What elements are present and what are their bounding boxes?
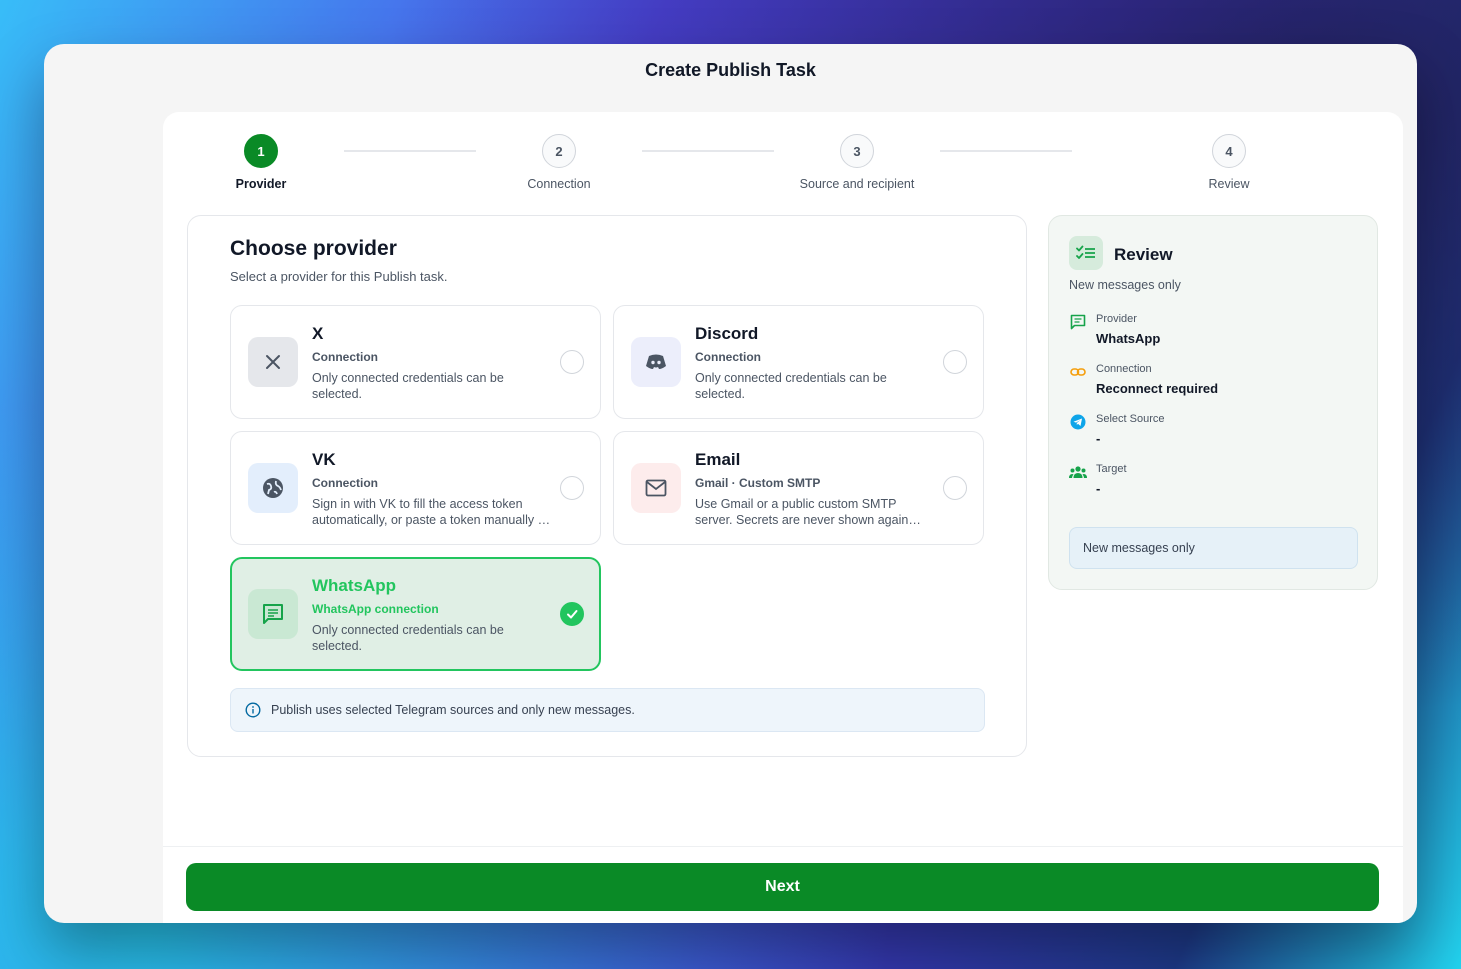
provider-description: Only connected credentials can be select… xyxy=(312,623,504,653)
provider-description: Sign in with VK to fill the access token… xyxy=(312,497,551,527)
choose-provider-card: Choose provider Select a provider for th… xyxy=(187,215,1027,757)
provider-option-x[interactable]: X Connection Only connected credentials … xyxy=(230,305,601,419)
provider-kind: Connection xyxy=(312,350,378,364)
provider-kind: Connection xyxy=(312,476,378,490)
provider-radio[interactable] xyxy=(560,476,584,500)
provider-kind: WhatsApp connection xyxy=(312,602,439,616)
provider-kind: Connection xyxy=(695,350,761,364)
provider-description: Use Gmail or a public custom SMTP server… xyxy=(695,497,909,527)
info-text: Publish uses selected Telegram sources a… xyxy=(271,703,635,717)
chat-icon xyxy=(248,589,298,639)
info-icon xyxy=(245,702,261,718)
globe-icon xyxy=(248,463,298,513)
provider-name: X xyxy=(312,324,324,343)
review-item-connection: Connection Reconnect required xyxy=(1069,363,1359,403)
provider-name: Email xyxy=(695,450,741,469)
review-value: Reconnect required xyxy=(1096,381,1219,396)
provider-radio[interactable] xyxy=(943,350,967,374)
discord-icon xyxy=(631,337,681,387)
step-label: Source and recipient xyxy=(799,177,915,191)
provider-kind: Gmail · Custom SMTP xyxy=(695,476,821,490)
step-review[interactable]: 4 Review xyxy=(1169,134,1289,191)
review-label: Provider xyxy=(1096,313,1137,325)
review-note: New messages only xyxy=(1069,527,1358,569)
step-number: 3 xyxy=(840,134,874,168)
chat-icon xyxy=(1069,313,1087,331)
review-item-provider: Provider WhatsApp xyxy=(1069,313,1359,353)
review-label: Connection xyxy=(1096,363,1152,375)
review-item-target: Target - xyxy=(1069,463,1359,503)
review-item-source: Select Source - xyxy=(1069,413,1359,453)
step-number: 4 xyxy=(1212,134,1246,168)
step-label: Review xyxy=(1208,177,1250,191)
provider-radio[interactable] xyxy=(560,350,584,374)
wizard-panel: 1 Provider 2 Connection 3 Source and rec… xyxy=(163,112,1403,923)
provider-option-vk[interactable]: VK Connection Sign in with VK to fill th… xyxy=(230,431,601,545)
telegram-icon xyxy=(1069,413,1087,431)
next-button[interactable]: Next xyxy=(186,863,1379,911)
review-label: Select Source xyxy=(1096,413,1165,425)
review-label: Target xyxy=(1096,463,1127,475)
wizard-footer: Next xyxy=(163,846,1403,923)
step-number: 1 xyxy=(244,134,278,168)
checklist-icon xyxy=(1069,236,1103,270)
section-title: Choose provider xyxy=(230,237,397,260)
mail-icon xyxy=(631,463,681,513)
link-icon xyxy=(1069,363,1087,381)
group-icon xyxy=(1069,463,1087,481)
info-banner: Publish uses selected Telegram sources a… xyxy=(230,688,985,732)
review-summary-card: Review New messages only Provider WhatsA… xyxy=(1048,215,1378,590)
x-icon xyxy=(248,337,298,387)
step-number: 2 xyxy=(542,134,576,168)
provider-description: Only connected credentials can be select… xyxy=(695,371,887,401)
step-source-recipient[interactable]: 3 Source and recipient xyxy=(787,134,927,191)
review-title: Review xyxy=(1114,245,1173,264)
step-connector xyxy=(642,150,774,152)
provider-name: WhatsApp xyxy=(312,576,397,595)
review-value: - xyxy=(1096,481,1101,496)
window-title: Create Publish Task xyxy=(645,60,816,80)
provider-description: Only connected credentials can be select… xyxy=(312,371,504,401)
provider-name: Discord xyxy=(695,324,759,343)
provider-option-discord[interactable]: Discord Connection Only connected creden… xyxy=(613,305,984,419)
dialog-window: Create Publish Task 1 Provider 2 Connect… xyxy=(44,44,1417,923)
step-label: Connection xyxy=(527,177,591,191)
step-connection[interactable]: 2 Connection xyxy=(499,134,619,191)
provider-name: VK xyxy=(312,450,336,469)
section-subtitle: Select a provider for this Publish task. xyxy=(230,269,448,284)
provider-option-email[interactable]: Email Gmail · Custom SMTP Use Gmail or a… xyxy=(613,431,984,545)
step-connector xyxy=(344,150,476,152)
check-icon xyxy=(567,610,578,619)
step-provider[interactable]: 1 Provider xyxy=(201,134,321,191)
step-connector xyxy=(940,150,1072,152)
provider-radio-checked[interactable] xyxy=(560,602,584,626)
provider-option-whatsapp[interactable]: WhatsApp WhatsApp connection Only connec… xyxy=(230,557,601,671)
review-value: WhatsApp xyxy=(1096,331,1161,346)
step-label: Provider xyxy=(235,177,287,191)
review-subtitle: New messages only xyxy=(1069,278,1181,292)
review-value: - xyxy=(1096,431,1101,446)
provider-radio[interactable] xyxy=(943,476,967,500)
